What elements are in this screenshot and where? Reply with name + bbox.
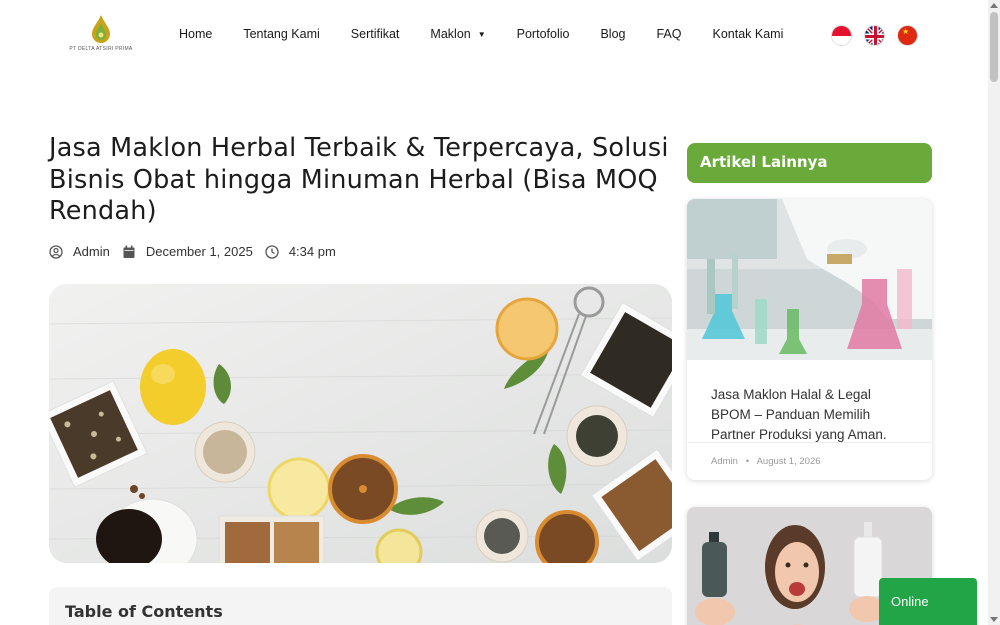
card-author: Admin	[711, 456, 738, 467]
page-scrollbar[interactable]	[988, 0, 1000, 625]
article-meta: Admin December 1, 2025 4:34 pm	[49, 244, 348, 259]
online-chat-button[interactable]: Online	[879, 578, 977, 625]
site-header: PT DELTA ATSIRI PRIMA Home Tentang Kami …	[0, 0, 988, 76]
card-meta: Admin • August 1, 2026	[711, 456, 821, 467]
main-nav: Home Tentang Kami Sertifikat Maklon ▼ Por…	[179, 27, 814, 41]
language-switcher: ★	[831, 25, 930, 46]
post-date: December 1, 2025	[145, 244, 253, 259]
nav-blog[interactable]: Blog	[600, 27, 625, 41]
flag-uk-icon[interactable]	[864, 25, 885, 46]
page: PT DELTA ATSIRI PRIMA Home Tentang Kami …	[0, 0, 1000, 625]
sidebar-heading: Artikel Lainnya	[687, 143, 932, 183]
toc-title: Table of Contents	[65, 602, 223, 621]
flag-china-icon[interactable]: ★	[897, 25, 918, 46]
calendar-icon	[123, 245, 135, 258]
hero-image	[49, 284, 672, 563]
card-date: August 1, 2026	[756, 456, 821, 467]
logo-text: PT DELTA ATSIRI PRIMA	[69, 46, 133, 52]
meta-date: December 1, 2025	[122, 244, 253, 259]
nav-portofolio[interactable]: Portofolio	[517, 27, 570, 41]
meta-author: Admin	[49, 244, 110, 259]
nav-maklon[interactable]: Maklon ▼	[430, 27, 485, 41]
scroll-down-arrow-icon[interactable]	[990, 617, 998, 622]
nav-faq[interactable]: FAQ	[656, 27, 681, 41]
nav-home[interactable]: Home	[179, 27, 212, 41]
card-divider	[687, 442, 932, 443]
nav-kontak-kami[interactable]: Kontak Kami	[713, 27, 784, 41]
nav-sertifikat[interactable]: Sertifikat	[351, 27, 400, 41]
clock-icon	[265, 244, 279, 259]
logo[interactable]: PT DELTA ATSIRI PRIMA	[60, 14, 142, 60]
logo-drop-icon	[92, 15, 110, 43]
scroll-thumb[interactable]	[990, 12, 998, 82]
nav-maklon-label: Maklon	[430, 27, 471, 41]
card-meta-separator: •	[745, 456, 750, 467]
user-icon	[49, 244, 63, 259]
post-time: 4:34 pm	[288, 244, 336, 259]
table-of-contents[interactable]: Table of Contents	[49, 587, 672, 625]
card-title[interactable]: Jasa Maklon Halal & Legal BPOM – Panduan…	[711, 385, 911, 445]
meta-time: 4:34 pm	[265, 244, 336, 259]
flag-indonesia-icon[interactable]	[831, 25, 852, 46]
article-title: Jasa Maklon Herbal Terbaik & Terpercaya,…	[49, 133, 669, 226]
scroll-up-arrow-icon[interactable]	[990, 3, 998, 8]
sidebar-heading-label: Artikel Lainnya	[700, 153, 828, 171]
caret-down-icon: ▼	[477, 29, 486, 39]
related-article-card[interactable]: Jasa Maklon Halal & Legal BPOM – Panduan…	[687, 199, 932, 480]
nav-tentang-kami[interactable]: Tentang Kami	[243, 27, 319, 41]
card-image	[687, 199, 932, 360]
author-name[interactable]: Admin	[73, 244, 110, 259]
